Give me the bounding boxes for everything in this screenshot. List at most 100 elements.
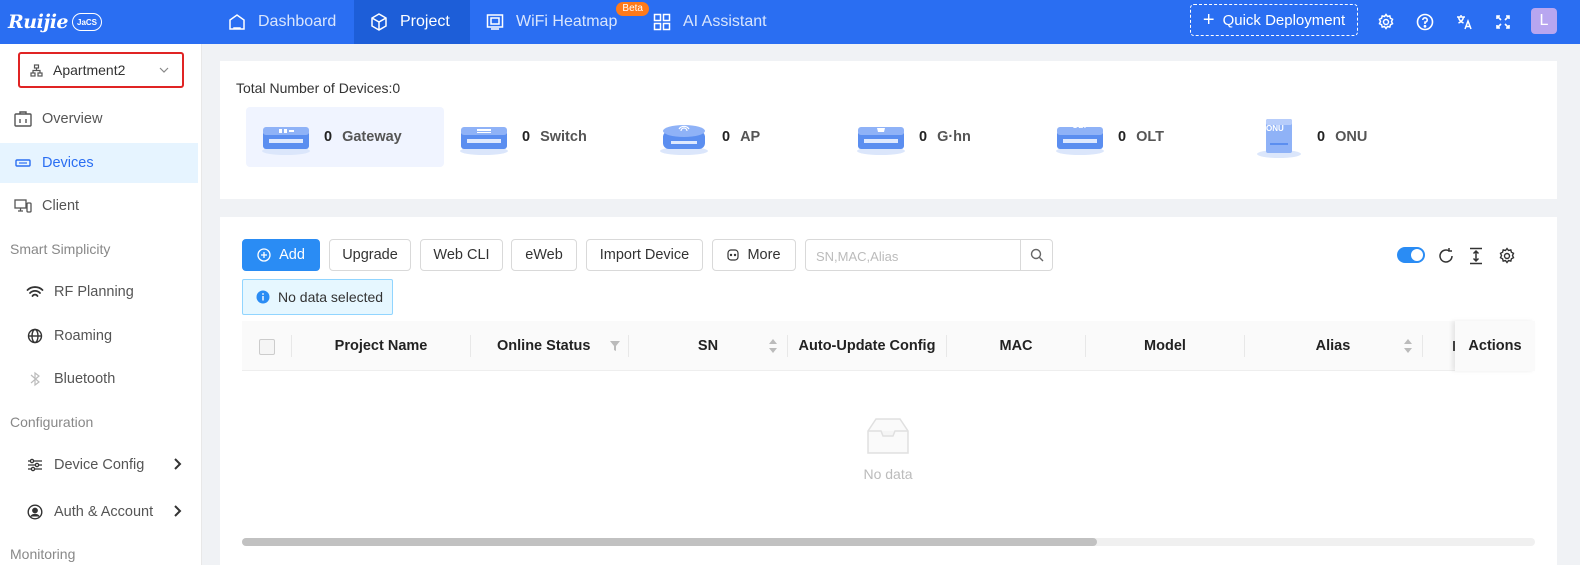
table-header: Project Name Online Status SN Auto-Updat… (242, 321, 1535, 371)
col-online-status-label: Online Status (497, 338, 591, 354)
sidebar-item-auth-account[interactable]: Auth & Account (0, 492, 198, 532)
sidebar-item-label: RF Planning (54, 284, 134, 300)
heatmap-icon (486, 13, 504, 31)
nav-project-label: Project (400, 13, 450, 30)
alert-text: No data selected (278, 289, 384, 305)
gateway-device-icon (258, 113, 314, 161)
device-type-switch[interactable]: 0 Switch (456, 107, 636, 167)
empty-text: No data (863, 466, 913, 482)
sidebar-item-bluetooth[interactable]: Bluetooth (0, 359, 198, 399)
col-auto-update-config[interactable]: Auto-Update Config (788, 321, 946, 371)
import-device-button[interactable]: Import Device (586, 239, 703, 271)
top-navbar: Ruijie JaCS Dashboard Project WiFi Heatm… (0, 0, 1580, 44)
select-all-checkbox[interactable] (259, 339, 275, 355)
col-mac[interactable]: MAC (947, 321, 1085, 371)
scrollbar-thumb[interactable] (242, 538, 1097, 546)
col-actions-label: Actions (1468, 338, 1522, 354)
sidebar-item-overview[interactable]: Overview (0, 99, 198, 139)
quick-deployment-label: Quick Deployment (1222, 11, 1346, 29)
sidebar-item-rf-planning[interactable]: RF Planning (0, 272, 198, 312)
olt-count: 0 (1118, 129, 1127, 145)
language-icon[interactable] (1450, 8, 1478, 36)
plus-icon: + (1202, 9, 1215, 31)
device-type-olt[interactable]: 0 OLT (1052, 107, 1232, 167)
switch-device-icon (456, 113, 512, 161)
client-icon (12, 198, 34, 214)
table-settings-icon[interactable] (1496, 245, 1518, 267)
ghn-device-icon (853, 113, 909, 161)
cube-icon (370, 13, 388, 31)
add-button-label: Add (279, 247, 305, 263)
device-type-onu[interactable]: 0 ONU (1251, 107, 1431, 167)
sidebar-item-label: Overview (42, 111, 103, 127)
sidebar-item-label: Bluetooth (54, 371, 116, 387)
sort-icon[interactable] (1403, 338, 1413, 357)
column-divider (1422, 335, 1423, 357)
olt-label: OLT (1136, 129, 1164, 145)
ruijie-logo[interactable]: Ruijie JaCS (8, 8, 112, 36)
ap-label: AP (740, 129, 761, 145)
sidebar-item-device-config[interactable]: Device Config (0, 445, 198, 485)
settings-icon[interactable] (1372, 8, 1400, 36)
nav-dashboard[interactable]: Dashboard (212, 0, 354, 44)
upgrade-button[interactable]: Upgrade (329, 239, 411, 271)
col-actions: Actions (1455, 321, 1535, 371)
device-summary-card: Total Number of Devices:0 0 Gateway 0 Sw… (220, 61, 1557, 199)
sidebar-item-label: Devices (42, 155, 94, 171)
bluetooth-icon (24, 371, 46, 387)
col-alias[interactable]: Alias (1245, 321, 1421, 371)
nav-wifi-heatmap[interactable]: WiFi Heatmap Beta (470, 0, 649, 44)
project-selector[interactable]: Apartment2 (18, 52, 184, 88)
ap-device-icon (656, 113, 712, 161)
horizontal-scrollbar[interactable] (242, 538, 1535, 546)
more-button-label: More (747, 247, 781, 263)
view-toggle-switch[interactable] (1397, 247, 1425, 263)
fullscreen-icon[interactable] (1489, 8, 1517, 36)
search-input[interactable] (816, 246, 1016, 266)
chevron-right-icon (172, 457, 182, 475)
home-icon (228, 13, 246, 31)
nav-ai-assistant-label: AI Assistant (683, 13, 767, 30)
sidebar-item-client[interactable]: Client (0, 186, 198, 226)
nav-project[interactable]: Project (354, 0, 470, 44)
refresh-icon[interactable] (1435, 245, 1457, 267)
col-model[interactable]: Model (1086, 321, 1244, 371)
sidebar-group-configuration: Configuration (10, 414, 94, 430)
column-height-icon[interactable] (1465, 245, 1487, 267)
sidebar-group-monitoring: Monitoring (10, 546, 76, 562)
nav-wifi-heatmap-label: WiFi Heatmap (516, 13, 618, 30)
help-icon[interactable] (1411, 8, 1439, 36)
device-type-ap[interactable]: 0 AP (656, 107, 836, 167)
ap-count: 0 (722, 129, 731, 145)
info-icon (256, 290, 270, 304)
eweb-button[interactable]: eWeb (511, 239, 577, 271)
col-online-status[interactable]: Online Status (471, 321, 628, 371)
filter-icon[interactable] (609, 339, 621, 355)
sort-icon[interactable] (768, 338, 778, 357)
empty-inbox-icon (860, 418, 916, 460)
switch-label: Switch (540, 129, 587, 145)
more-button[interactable]: More (712, 239, 796, 271)
onu-device-icon (1251, 113, 1307, 161)
device-search (805, 239, 1053, 271)
olt-badge-text: OLT (1072, 121, 1088, 130)
sidebar-item-devices[interactable]: Devices (0, 143, 198, 183)
col-project-name[interactable]: Project Name (292, 321, 470, 371)
device-type-gateway[interactable]: 0 Gateway (246, 107, 444, 167)
search-icon[interactable] (1020, 240, 1052, 270)
add-button[interactable]: Add (242, 239, 320, 271)
col-sn[interactable]: SN (629, 321, 787, 371)
wifi-icon (24, 285, 46, 299)
nav-ai-assistant[interactable]: AI Assistant (637, 0, 787, 44)
top-icons (1372, 8, 1528, 36)
empty-state: No data (840, 417, 936, 482)
more-icon (727, 249, 740, 261)
device-type-ghn[interactable]: 0 G·hn (853, 107, 1033, 167)
user-avatar[interactable]: L (1531, 8, 1557, 34)
grid-icon (653, 13, 671, 31)
ghn-label: G·hn (937, 129, 971, 145)
sidebar-item-roaming[interactable]: Roaming (0, 316, 198, 356)
web-cli-button[interactable]: Web CLI (420, 239, 503, 271)
quick-deployment-button[interactable]: + Quick Deployment (1190, 4, 1358, 36)
onu-label: ONU (1335, 129, 1368, 145)
